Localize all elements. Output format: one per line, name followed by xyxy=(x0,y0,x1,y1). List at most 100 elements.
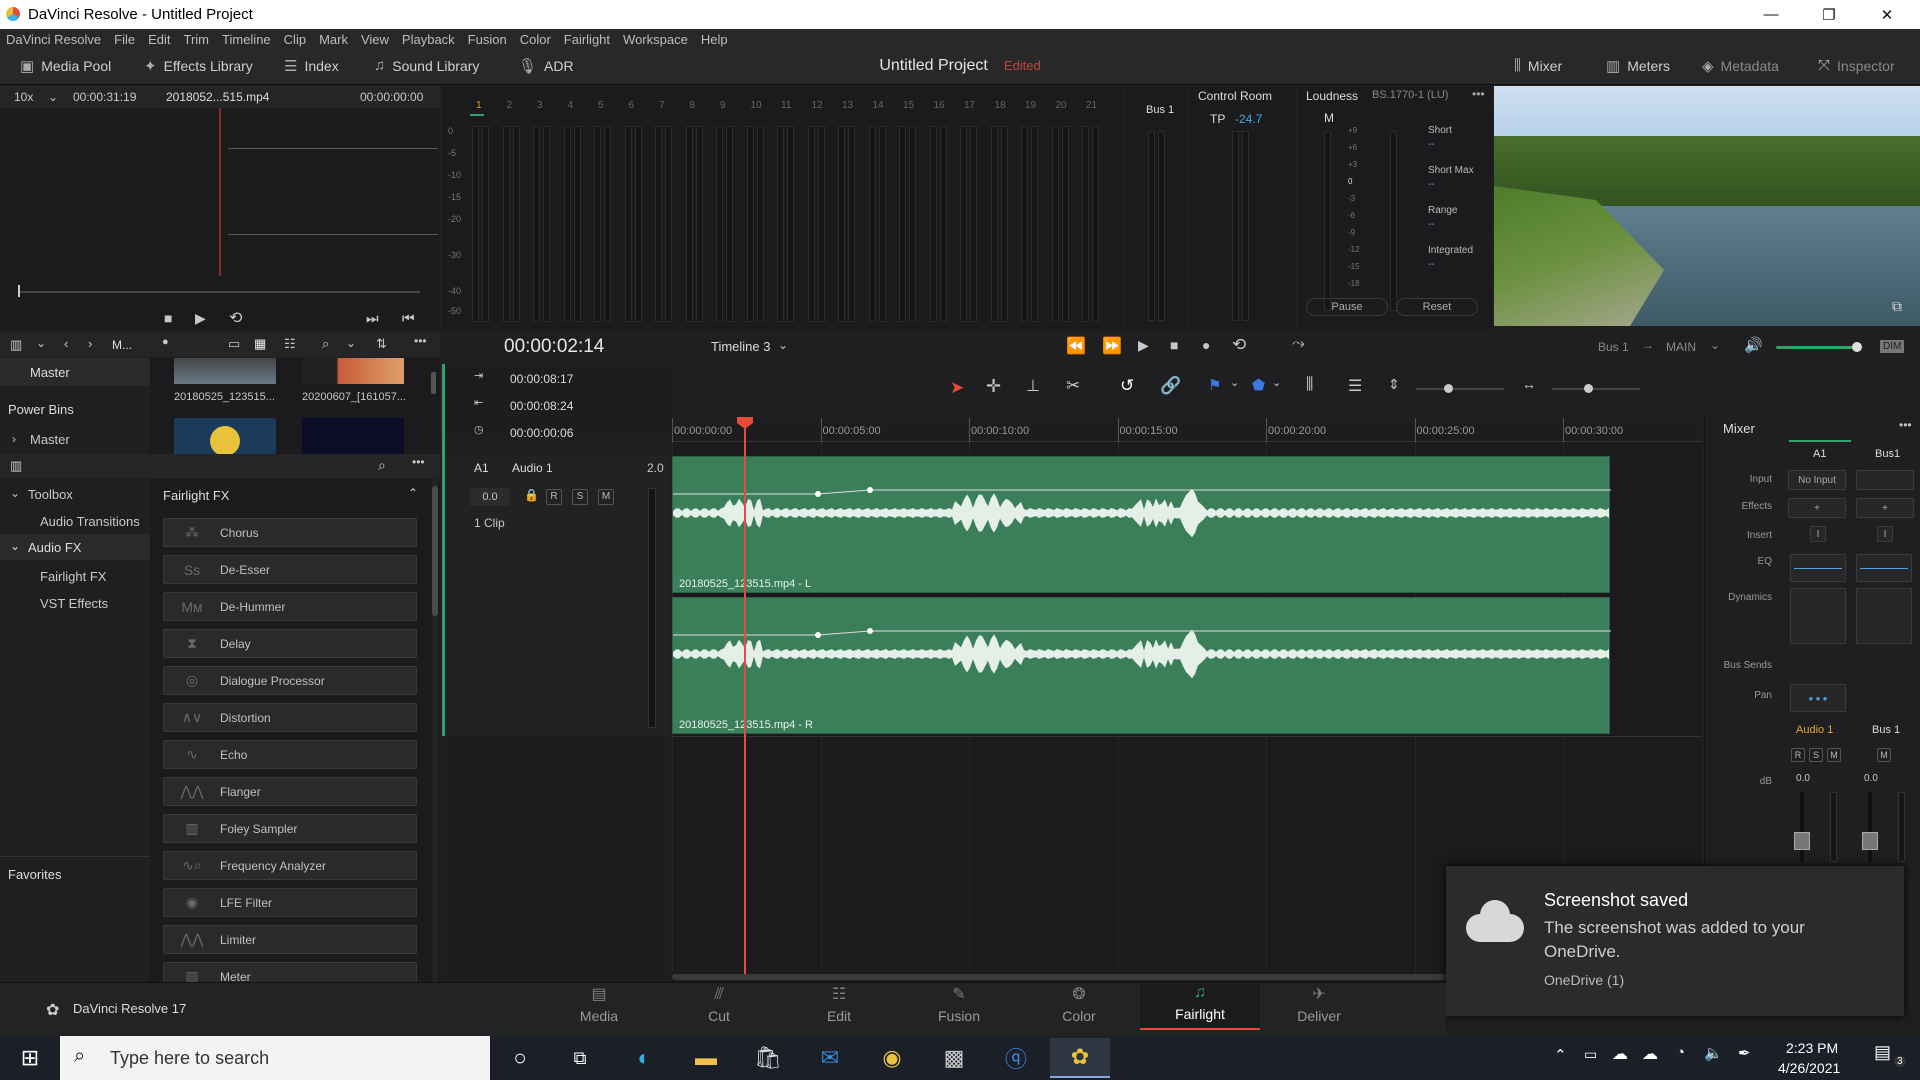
automation-icon[interactable]: ⤳ xyxy=(1292,335,1305,353)
more-options-icon[interactable]: ••• xyxy=(1899,418,1912,432)
chevron-up-icon[interactable]: ⌃ xyxy=(408,486,418,500)
link-icon[interactable]: 🔗 xyxy=(1160,376,1181,396)
edge-browser-icon[interactable]: ◐ xyxy=(616,1038,672,1078)
sidebar-toggle-icon[interactable]: ▥ xyxy=(10,458,22,474)
trim-tool-icon[interactable]: ⊥ xyxy=(1026,376,1040,396)
select-tool-icon[interactable]: ➤ xyxy=(950,378,964,398)
maximize-button[interactable]: ❐ xyxy=(1800,0,1858,29)
marker-icon[interactable]: ⬟ xyxy=(1252,376,1265,394)
track-name[interactable]: Audio 1 xyxy=(512,461,553,475)
fx-item-chorus[interactable]: ⁂ Chorus xyxy=(163,518,417,547)
printer-app-icon[interactable]: ▩ xyxy=(926,1038,982,1078)
slider-handle-icon[interactable]: ● xyxy=(162,336,169,348)
menu-view[interactable]: View xyxy=(361,32,389,47)
next-frame-icon[interactable]: ⏭ xyxy=(366,310,379,327)
page-media[interactable]: ▤ Media xyxy=(554,984,644,1030)
chevron-down-icon[interactable]: ⌄ xyxy=(48,90,58,104)
toolbox-item[interactable]: Toolbox xyxy=(28,487,73,502)
minimize-button[interactable]: — xyxy=(1742,0,1800,29)
page-cut[interactable]: ⫻ Cut xyxy=(674,984,764,1030)
more-options-icon[interactable]: ••• xyxy=(412,455,425,469)
vertical-zoom-icon[interactable]: ⇕ xyxy=(1388,376,1400,393)
fx-item-foley-sampler[interactable]: ▥ Foley Sampler xyxy=(163,814,417,843)
power-bin-master[interactable]: Master xyxy=(30,432,70,447)
mute-button[interactable]: M xyxy=(598,489,614,505)
chevron-down-icon[interactable]: ⌄ xyxy=(10,486,20,500)
task-view-icon[interactable]: ⧉ xyxy=(552,1038,608,1078)
back-icon[interactable]: ‹ xyxy=(64,336,68,351)
menu-color[interactable]: Color xyxy=(520,32,551,47)
windows-start-icon[interactable]: ⊞ xyxy=(2,1038,58,1078)
flag-icon[interactable]: ⚑ xyxy=(1208,376,1221,394)
vertical-zoom-handle[interactable] xyxy=(1444,384,1453,393)
clip-thumbnail-1[interactable] xyxy=(174,358,276,384)
play-icon[interactable]: ▶ xyxy=(1138,337,1149,354)
zoom-select[interactable]: 10x xyxy=(14,90,33,104)
forward-icon[interactable]: › xyxy=(88,336,92,351)
audio-clip-left[interactable]: 20180525_123515.mp4 - L xyxy=(672,456,1611,593)
search-icon[interactable]: ⌕ xyxy=(322,336,329,352)
rewind-icon[interactable]: ⏪ xyxy=(1066,336,1086,356)
davinci-taskbar-icon[interactable]: ✿ xyxy=(1050,1038,1110,1078)
wifi-icon[interactable]: ◔ xyxy=(1676,1044,1685,1061)
audio-transitions-item[interactable]: Audio Transitions xyxy=(40,514,140,529)
main-output-select[interactable]: MAIN xyxy=(1666,340,1696,354)
clip-thumbnail-4[interactable] xyxy=(302,418,404,454)
page-fusion[interactable]: ✎ Fusion xyxy=(914,984,1004,1030)
menu-playback[interactable]: Playback xyxy=(402,32,455,47)
taskbar-search-box[interactable]: ⌕ Type here to search xyxy=(60,1036,490,1080)
menu-timeline[interactable]: Timeline xyxy=(222,32,271,47)
viewer-scrubber-handle[interactable] xyxy=(18,285,20,297)
fx-scrollbar-thumb[interactable] xyxy=(432,486,438,616)
range-tool-icon[interactable]: ✛ xyxy=(986,376,1001,397)
stop-icon[interactable]: ■ xyxy=(164,310,172,326)
lock-icon[interactable]: 🔒 xyxy=(524,488,539,502)
close-button[interactable]: ✕ xyxy=(1858,0,1916,29)
snapping-icon[interactable]: ↺ xyxy=(1120,376,1134,396)
fx-item-frequency-analyzer[interactable]: ∿⌕ Frequency Analyzer xyxy=(163,851,417,880)
more-options-icon[interactable]: ••• xyxy=(1472,87,1485,101)
volume-icon[interactable]: 🔈 xyxy=(1704,1044,1723,1062)
search-icon[interactable]: ⌕ xyxy=(378,457,386,474)
viewer-scrubber[interactable] xyxy=(18,291,420,293)
page-color[interactable]: ❂ Color xyxy=(1034,984,1124,1030)
loop-icon[interactable]: ⟲ xyxy=(229,308,242,328)
onedrive-tray-icon[interactable]: ☁ xyxy=(1612,1044,1628,1064)
chevron-down-icon[interactable]: ⌄ xyxy=(778,338,788,352)
fx-item-echo[interactable]: ∿ Echo xyxy=(163,740,417,769)
cortana-icon[interactable]: ○ xyxy=(492,1038,548,1078)
timeline-playhead[interactable] xyxy=(744,418,746,974)
chevron-down-icon[interactable]: ⌄ xyxy=(1230,376,1239,389)
fx-item-dialogue-processor[interactable]: ◎ Dialogue Processor xyxy=(163,666,417,695)
play-icon[interactable]: ▶ xyxy=(195,310,206,327)
pause-button[interactable]: Pause xyxy=(1306,298,1388,316)
timeline-ruler[interactable]: 00:00:00:00 00:00:05:00 00:00:10:00 00:00:1… xyxy=(672,418,1702,442)
dim-button[interactable]: DIM xyxy=(1880,340,1905,353)
menu-help[interactable]: Help xyxy=(701,32,728,47)
sidebar-toggle-icon[interactable]: ▥ xyxy=(10,337,22,353)
fx-item-limiter[interactable]: ⋀⋀ Limiter xyxy=(163,925,417,954)
tray-chevron-up-icon[interactable]: ⌃ xyxy=(1554,1046,1567,1064)
reset-button[interactable]: Reset xyxy=(1396,298,1478,316)
waveform-zoom-icon[interactable]: ⫼ xyxy=(1306,376,1313,394)
fx-item-de-hummer[interactable]: Mм De-Hummer xyxy=(163,592,417,621)
chevron-down-icon[interactable]: ⌄ xyxy=(1710,338,1720,352)
solo-button[interactable]: S xyxy=(572,489,588,505)
horizontal-zoom-icon[interactable]: ↔ xyxy=(1522,376,1536,392)
viewer-clip-name[interactable]: 2018052...515.mp4 xyxy=(166,90,269,104)
razor-icon[interactable]: ✂ xyxy=(1066,376,1080,396)
qbittorrent-icon[interactable]: ⓠ xyxy=(988,1038,1044,1078)
clock-time[interactable]: 2:23 PM xyxy=(1786,1040,1838,1056)
battery-icon[interactable]: ▭ xyxy=(1584,1046,1597,1063)
fullscreen-icon[interactable]: ⧉ xyxy=(1892,298,1902,315)
chrome-icon[interactable]: ◉ xyxy=(864,1038,920,1078)
page-deliver[interactable]: ✈ Deliver xyxy=(1274,984,1364,1030)
chevron-down-icon[interactable]: ⌄ xyxy=(1272,376,1281,389)
notification-toast[interactable]: Screenshot saved The screenshot was adde… xyxy=(1446,866,1904,1016)
menu-workspace[interactable]: Workspace xyxy=(623,32,688,47)
fx-item-lfe-filter[interactable]: ◉ LFE Filter xyxy=(163,888,417,917)
fast-forward-icon[interactable]: ⏩ xyxy=(1102,336,1122,356)
record-arm-button[interactable]: R xyxy=(546,489,562,505)
vertical-zoom-slider[interactable] xyxy=(1416,388,1504,390)
audio-clip-right[interactable]: 20180525_123515.mp4 - R xyxy=(672,597,1611,734)
